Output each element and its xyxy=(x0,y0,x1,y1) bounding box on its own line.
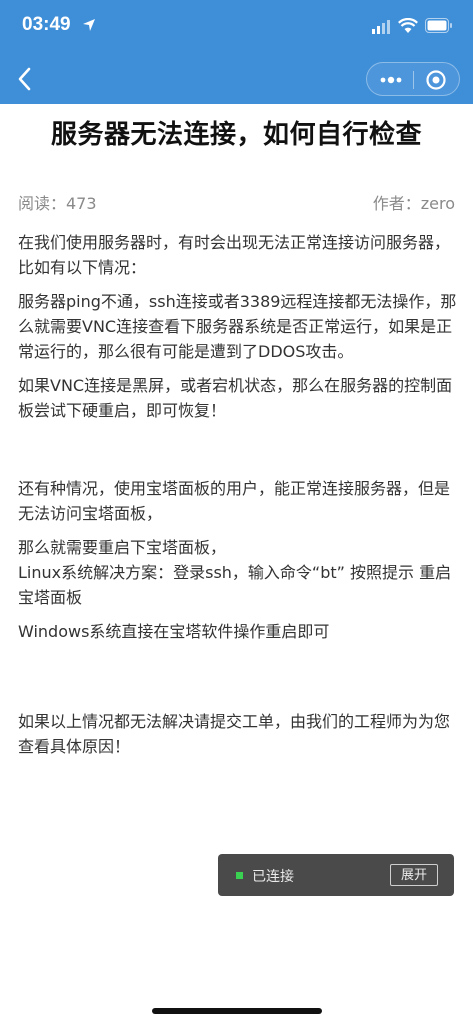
paragraph: 如果VNC连接是黑屏，或者宕机状态，那么在服务器的控制面板尝试下硬重启，即可恢复… xyxy=(18,376,453,420)
paragraph: 还有种情况，使用宝塔面板的用户，能正常连接服务器，但是无法访问宝塔面板， xyxy=(18,479,451,523)
home-indicator[interactable] xyxy=(152,1008,322,1014)
target-circle-icon[interactable] xyxy=(425,69,447,91)
connected-dot-icon xyxy=(236,872,243,879)
wifi-icon xyxy=(398,18,418,33)
location-arrow-icon xyxy=(83,19,95,31)
paragraph: 那么就需要重启下宝塔面板， xyxy=(18,538,227,557)
article-body: 在我们使用服务器时，有时会出现无法正常连接访问服务器，比如有以下情况： 服务器p… xyxy=(18,230,458,768)
author-name: 作者：zero xyxy=(372,194,455,213)
battery-icon xyxy=(425,18,452,33)
connection-status-bar: 已连接 展开 xyxy=(218,854,454,896)
article-title: 服务器无法连接，如何自行检查 xyxy=(50,120,422,150)
signal-icon xyxy=(372,20,390,34)
capsule-divider xyxy=(413,71,414,89)
connection-status-label: 已连接 xyxy=(252,869,294,885)
paragraph: Windows系统直接在宝塔软件操作重启即可 xyxy=(18,622,330,641)
paragraph: 如果以上情况都无法解决请提交工单，由我们的工程师为为您查看具体原因！ xyxy=(18,712,451,756)
more-dots-icon[interactable] xyxy=(377,71,405,89)
paragraph: 服务器ping不通，ssh连接或者3389远程连接都无法操作，那么就需要VNC连… xyxy=(18,292,457,361)
expand-button[interactable]: 展开 xyxy=(390,864,438,886)
page: 03:49 服务器无法连接，如何自行检查 阅读：473 作者：zero 在我们使… xyxy=(0,0,473,1024)
paragraph: 在我们使用服务器时，有时会出现无法正常连接访问服务器，比如有以下情况： xyxy=(18,233,451,277)
read-count: 阅读：473 xyxy=(18,194,97,213)
top-bar: 03:49 xyxy=(0,0,473,104)
paragraph: Linux系统解决方案：登录ssh，输入命令“bt” 按照提示 重启宝塔面板 xyxy=(18,563,452,607)
mini-program-capsule xyxy=(366,62,460,96)
status-time: 03:49 xyxy=(22,14,71,35)
chevron-left-icon[interactable] xyxy=(14,66,36,92)
